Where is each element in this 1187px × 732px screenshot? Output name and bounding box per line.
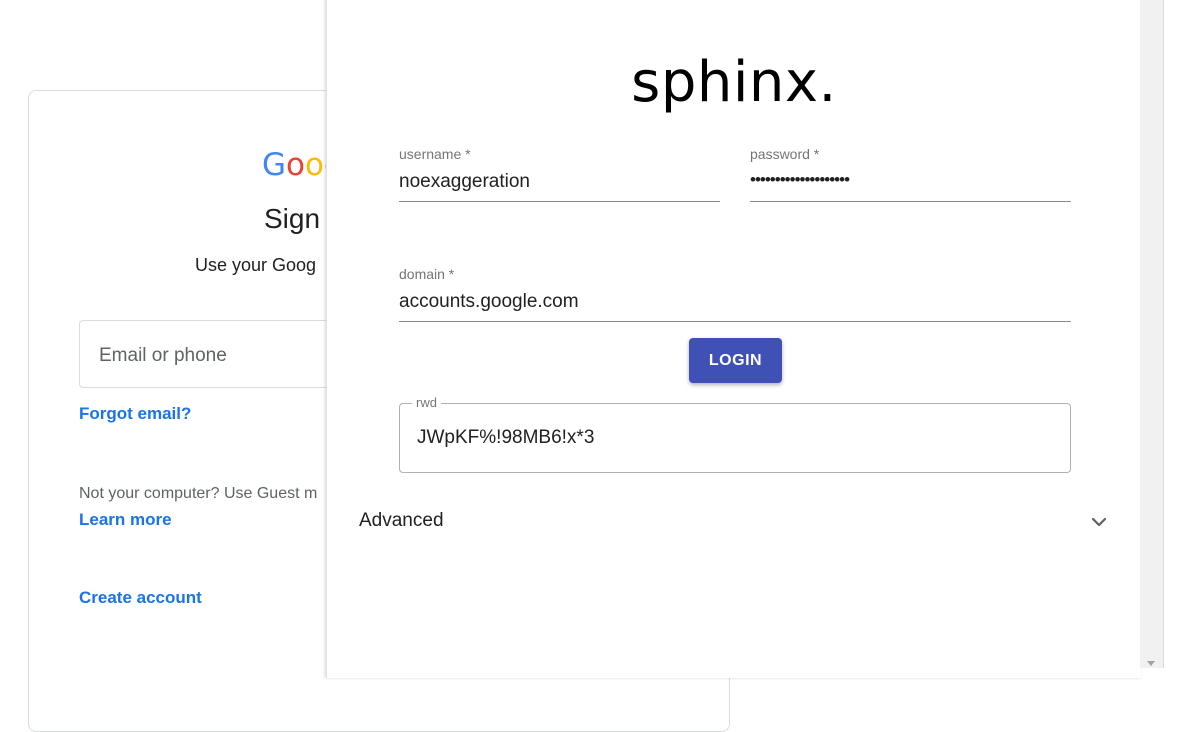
scrollbar[interactable] bbox=[1140, 0, 1164, 668]
signin-heading: Sign bbox=[264, 203, 321, 234]
guest-mode-text: Not your computer? Use Guest m bbox=[79, 485, 318, 502]
rwd-label: rwd bbox=[412, 395, 441, 410]
forgot-email-link[interactable]: Forgot email? bbox=[79, 404, 191, 424]
email-field-placeholder: Email or phone bbox=[99, 345, 227, 366]
username-label: username * bbox=[399, 146, 471, 162]
chevron-down-icon[interactable] bbox=[1089, 512, 1109, 532]
username-input[interactable]: noexaggeration bbox=[399, 171, 530, 193]
learn-more-link[interactable]: Learn more bbox=[79, 510, 172, 530]
sphinx-popup: sphinx. username * noexaggeration passwo… bbox=[326, 0, 1141, 678]
username-field[interactable]: username * noexaggeration bbox=[399, 146, 720, 206]
password-underline bbox=[750, 201, 1071, 202]
scroll-down-arrow-icon[interactable] bbox=[1147, 661, 1155, 666]
advanced-expander[interactable]: Advanced bbox=[359, 506, 1109, 542]
password-input[interactable]: •••••••••••••••••••• bbox=[750, 170, 850, 190]
domain-underline bbox=[399, 321, 1071, 322]
domain-input[interactable]: accounts.google.com bbox=[399, 291, 579, 313]
username-underline bbox=[399, 201, 720, 202]
login-button[interactable]: LOGIN bbox=[689, 338, 782, 383]
signin-subheading: Use your Goog bbox=[195, 255, 317, 275]
create-account-link[interactable]: Create account bbox=[79, 588, 202, 608]
advanced-label: Advanced bbox=[359, 510, 444, 531]
domain-field[interactable]: domain * accounts.google.com bbox=[399, 266, 1071, 326]
domain-label: domain * bbox=[399, 266, 455, 282]
password-field[interactable]: password * •••••••••••••••••••• bbox=[750, 146, 1071, 206]
rwd-output-field[interactable]: rwd JWpKF%!98MB6!x*3 bbox=[399, 395, 1071, 473]
password-label: password * bbox=[750, 146, 820, 162]
rwd-value[interactable]: JWpKF%!98MB6!x*3 bbox=[417, 427, 594, 449]
sphinx-title: sphinx. bbox=[631, 50, 837, 115]
